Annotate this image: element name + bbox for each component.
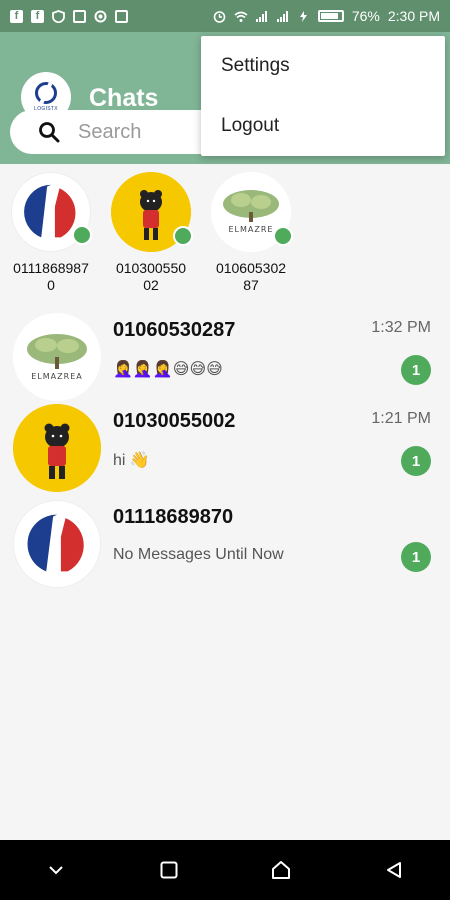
battery-icon bbox=[317, 10, 344, 22]
menu-item-logout[interactable]: Logout bbox=[201, 96, 445, 156]
chat-row[interactable]: 01030055002 1:21 PM hi 👋 1 bbox=[0, 400, 450, 496]
charging-icon bbox=[297, 10, 310, 23]
unread-badge: 1 bbox=[401, 355, 431, 385]
chat-name: 01030055002 bbox=[113, 410, 236, 432]
chat-row[interactable]: ELMAZREA 01060530287 1:32 PM 🤦‍♀️🤦‍♀️🤦‍♀… bbox=[0, 309, 450, 405]
chat-preview: hi 👋 bbox=[113, 452, 150, 469]
online-status-dot bbox=[273, 226, 293, 246]
menu-item-settings[interactable]: Settings bbox=[201, 36, 445, 96]
bear-character-icon bbox=[13, 404, 101, 492]
overflow-menu: Settings Logout bbox=[201, 36, 445, 156]
brand-logo-icon bbox=[14, 501, 100, 587]
system-nav-bar bbox=[0, 840, 450, 900]
status-bar: f f 76% 2:30 PM bbox=[0, 0, 450, 32]
money-tree-icon: ELMAZREA bbox=[13, 313, 101, 401]
back-triangle-icon[interactable] bbox=[374, 850, 414, 890]
svg-text:ELMAZREA: ELMAZREA bbox=[31, 372, 82, 381]
online-user[interactable]: ELMAZRE 01060530287 bbox=[201, 172, 301, 294]
logo-mark-icon bbox=[35, 82, 57, 104]
chat-preview: No Messages Until Now bbox=[113, 546, 284, 563]
avatar bbox=[13, 500, 101, 588]
online-user[interactable]: 01118689870 bbox=[1, 172, 101, 294]
facebook-icon: f bbox=[31, 9, 44, 23]
avatar: ELMAZRE bbox=[211, 172, 293, 252]
battery-percent: 76% bbox=[351, 8, 380, 24]
signal-icon bbox=[255, 10, 268, 23]
chat-preview: 🤦‍♀️🤦‍♀️🤦‍♀️😅😅😅 bbox=[113, 361, 223, 378]
avatar bbox=[11, 172, 92, 252]
wifi-icon bbox=[234, 10, 248, 23]
online-user-name: 01060530287 bbox=[215, 260, 287, 293]
avatar: ELMAZREA bbox=[13, 313, 101, 401]
chat-time: 1:21 PM bbox=[371, 410, 431, 427]
unread-badge: 1 bbox=[401, 446, 431, 476]
online-user[interactable]: 01030055002 bbox=[101, 172, 201, 294]
facebook-icon: f bbox=[10, 9, 23, 23]
search-icon bbox=[38, 121, 60, 143]
chevron-down-icon[interactable] bbox=[36, 850, 76, 890]
alarm-icon bbox=[213, 10, 226, 23]
chat-row[interactable]: 01118689870 No Messages Until Now 1 bbox=[0, 496, 450, 592]
recents-square-icon[interactable] bbox=[149, 850, 189, 890]
chat-time: 1:32 PM bbox=[371, 319, 431, 336]
phone-icon bbox=[73, 9, 86, 23]
unread-badge: 1 bbox=[401, 542, 431, 572]
circle-icon bbox=[94, 10, 107, 23]
online-status-dot bbox=[173, 226, 193, 246]
svg-text:ELMAZRE: ELMAZRE bbox=[229, 225, 274, 234]
online-user-name: 01118689870 bbox=[13, 260, 89, 293]
notification-icons: f f bbox=[10, 9, 128, 23]
online-status-dot bbox=[72, 225, 92, 245]
avatar bbox=[13, 404, 101, 492]
signal-icon bbox=[276, 10, 289, 23]
shield-icon bbox=[52, 9, 65, 23]
chat-name: 01118689870 bbox=[113, 506, 234, 528]
clock: 2:30 PM bbox=[387, 8, 440, 24]
online-users-strip: 01118689870 01030055002 ELMAZRE 01060530… bbox=[0, 172, 450, 300]
home-icon[interactable] bbox=[261, 850, 301, 890]
avatar bbox=[111, 172, 193, 252]
system-icons: 76% 2:30 PM bbox=[213, 8, 440, 24]
page-title: Chats bbox=[89, 84, 159, 112]
online-user-name: 01030055002 bbox=[115, 260, 187, 293]
store-icon bbox=[115, 9, 128, 23]
chat-name: 01060530287 bbox=[113, 319, 236, 341]
